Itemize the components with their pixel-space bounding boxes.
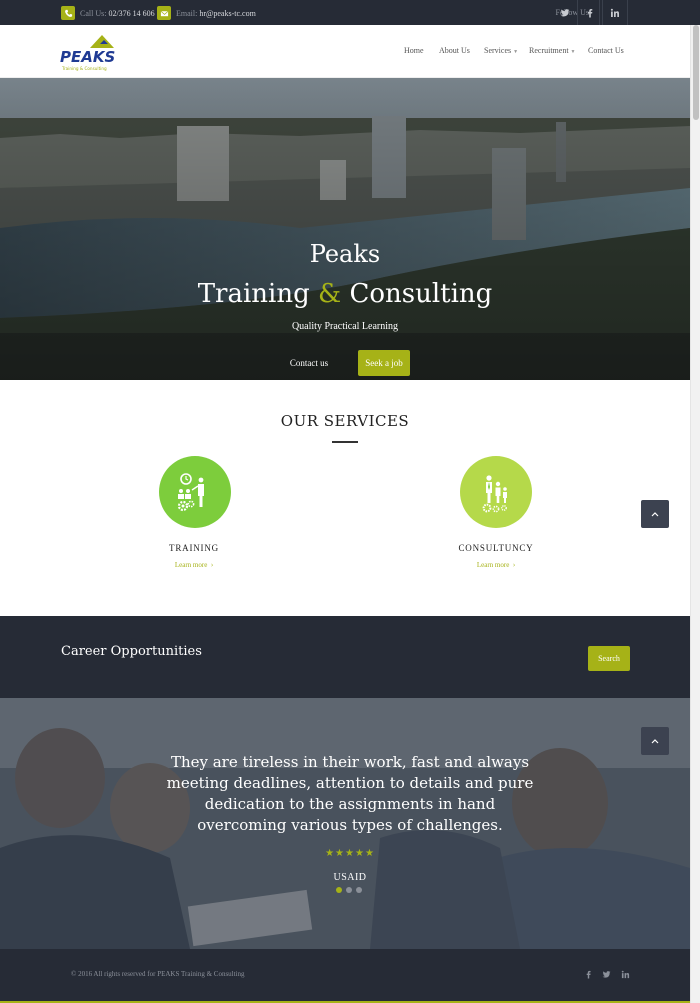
hero-title-training: Training xyxy=(197,279,310,309)
hero-title-peaks: Peaks xyxy=(309,240,381,268)
logo-tagline: Training & Consulting xyxy=(61,66,107,71)
chevron-right-icon: › xyxy=(210,561,214,569)
consultancy-learn-more-label: Learn more xyxy=(476,561,510,569)
career-section: Career Opportunities Search xyxy=(0,616,690,698)
peaks-logo[interactable]: PEAKS Training & Consulting xyxy=(60,32,126,72)
testimonial-section: They are tireless in their work, fast an… xyxy=(0,698,690,949)
phone-contact[interactable]: Call Us: 02/376 14 606 xyxy=(61,5,155,21)
nav-home[interactable]: Home xyxy=(404,46,424,55)
rating-stars: ★★★★★ xyxy=(325,848,375,859)
services-title: OUR SERVICES xyxy=(280,412,410,430)
facebook-icon[interactable] xyxy=(578,0,603,25)
email-contact[interactable]: Email: hr@peaks-tc.com xyxy=(157,5,256,21)
linkedin-icon[interactable] xyxy=(603,0,628,25)
nav-contact-us[interactable]: Contact Us xyxy=(588,46,624,55)
linkedin-icon[interactable] xyxy=(618,967,632,981)
consultancy-title: CONSULTUNCY xyxy=(458,543,534,553)
phone-number[interactable]: 02/376 14 606 xyxy=(108,9,154,18)
email-address[interactable]: hr@peaks-tc.com xyxy=(199,9,255,18)
hero-section: Peaks Training & Consulting Quality Prac… xyxy=(0,78,690,380)
seek-a-job-button[interactable]: Seek a job xyxy=(358,350,410,376)
carousel-dot[interactable] xyxy=(336,887,342,893)
carousel-dot[interactable] xyxy=(356,887,362,893)
footer: © 2016 All rights reserved for PEAKS Tra… xyxy=(0,949,700,1003)
facebook-icon[interactable] xyxy=(581,967,595,981)
phone-label: Call Us: xyxy=(80,8,107,18)
nav-recruitment-label: Recruitment xyxy=(529,46,569,55)
carousel-dot[interactable] xyxy=(346,887,352,893)
hero-title-main: Training & Consulting xyxy=(0,279,690,309)
chevron-down-icon: ▼ xyxy=(570,50,576,55)
consultancy-icon[interactable] xyxy=(460,456,532,528)
training-learn-more-label: Learn more xyxy=(174,561,208,569)
hero-title-consulting: Consulting xyxy=(349,279,493,309)
training-title: TRAINING xyxy=(169,543,219,553)
scrollbar-thumb[interactable] xyxy=(693,25,699,120)
hero-city-image xyxy=(0,78,690,380)
testimonial-author: USAID xyxy=(333,872,367,883)
copyright-text: © 2016 All rights reserved for PEAKS Tra… xyxy=(71,970,245,978)
logo-wordmark: PEAKS xyxy=(60,48,115,66)
training-icon[interactable] xyxy=(159,456,231,528)
carousel-dots xyxy=(336,887,362,893)
title-divider xyxy=(332,441,358,443)
scroll-to-top-button[interactable] xyxy=(641,727,669,755)
contact-us-button[interactable]: Contact us xyxy=(281,350,337,376)
career-search-button[interactable]: Search xyxy=(588,646,630,671)
phone-icon xyxy=(61,6,75,20)
nav-recruitment[interactable]: Recruitment ▼ xyxy=(529,46,576,55)
email-label: Email: xyxy=(176,8,198,18)
consultancy-learn-more-link[interactable]: Learn more › xyxy=(426,561,566,569)
page-scrollbar[interactable] xyxy=(690,25,700,1003)
main-header: PEAKS Training & Consulting Home About U… xyxy=(0,25,700,78)
chevron-down-icon: ▼ xyxy=(513,50,519,55)
top-bar: Call Us: 02/376 14 606 Email: hr@peaks-t… xyxy=(0,0,700,25)
twitter-icon[interactable] xyxy=(599,967,613,981)
scroll-to-top-button[interactable] xyxy=(641,500,669,528)
hero-subtitle: Quality Practical Learning xyxy=(291,321,399,332)
envelope-icon xyxy=(157,6,171,20)
career-title: Career Opportunities xyxy=(61,644,202,659)
chevron-up-icon xyxy=(651,739,659,744)
twitter-icon[interactable] xyxy=(553,0,578,25)
nav-services[interactable]: Services ▼ xyxy=(484,46,518,55)
chevron-up-icon xyxy=(651,512,659,517)
nav-about-us[interactable]: About Us xyxy=(439,46,470,55)
testimonial-quote: They are tireless in their work, fast an… xyxy=(166,753,534,834)
chevron-right-icon: › xyxy=(512,561,516,569)
training-learn-more-link[interactable]: Learn more › xyxy=(124,561,264,569)
services-section: OUR SERVICES TRAINING Learn more › CONSU… xyxy=(0,380,690,616)
hero-title-ampersand: & xyxy=(318,279,342,309)
nav-services-label: Services xyxy=(484,46,512,55)
